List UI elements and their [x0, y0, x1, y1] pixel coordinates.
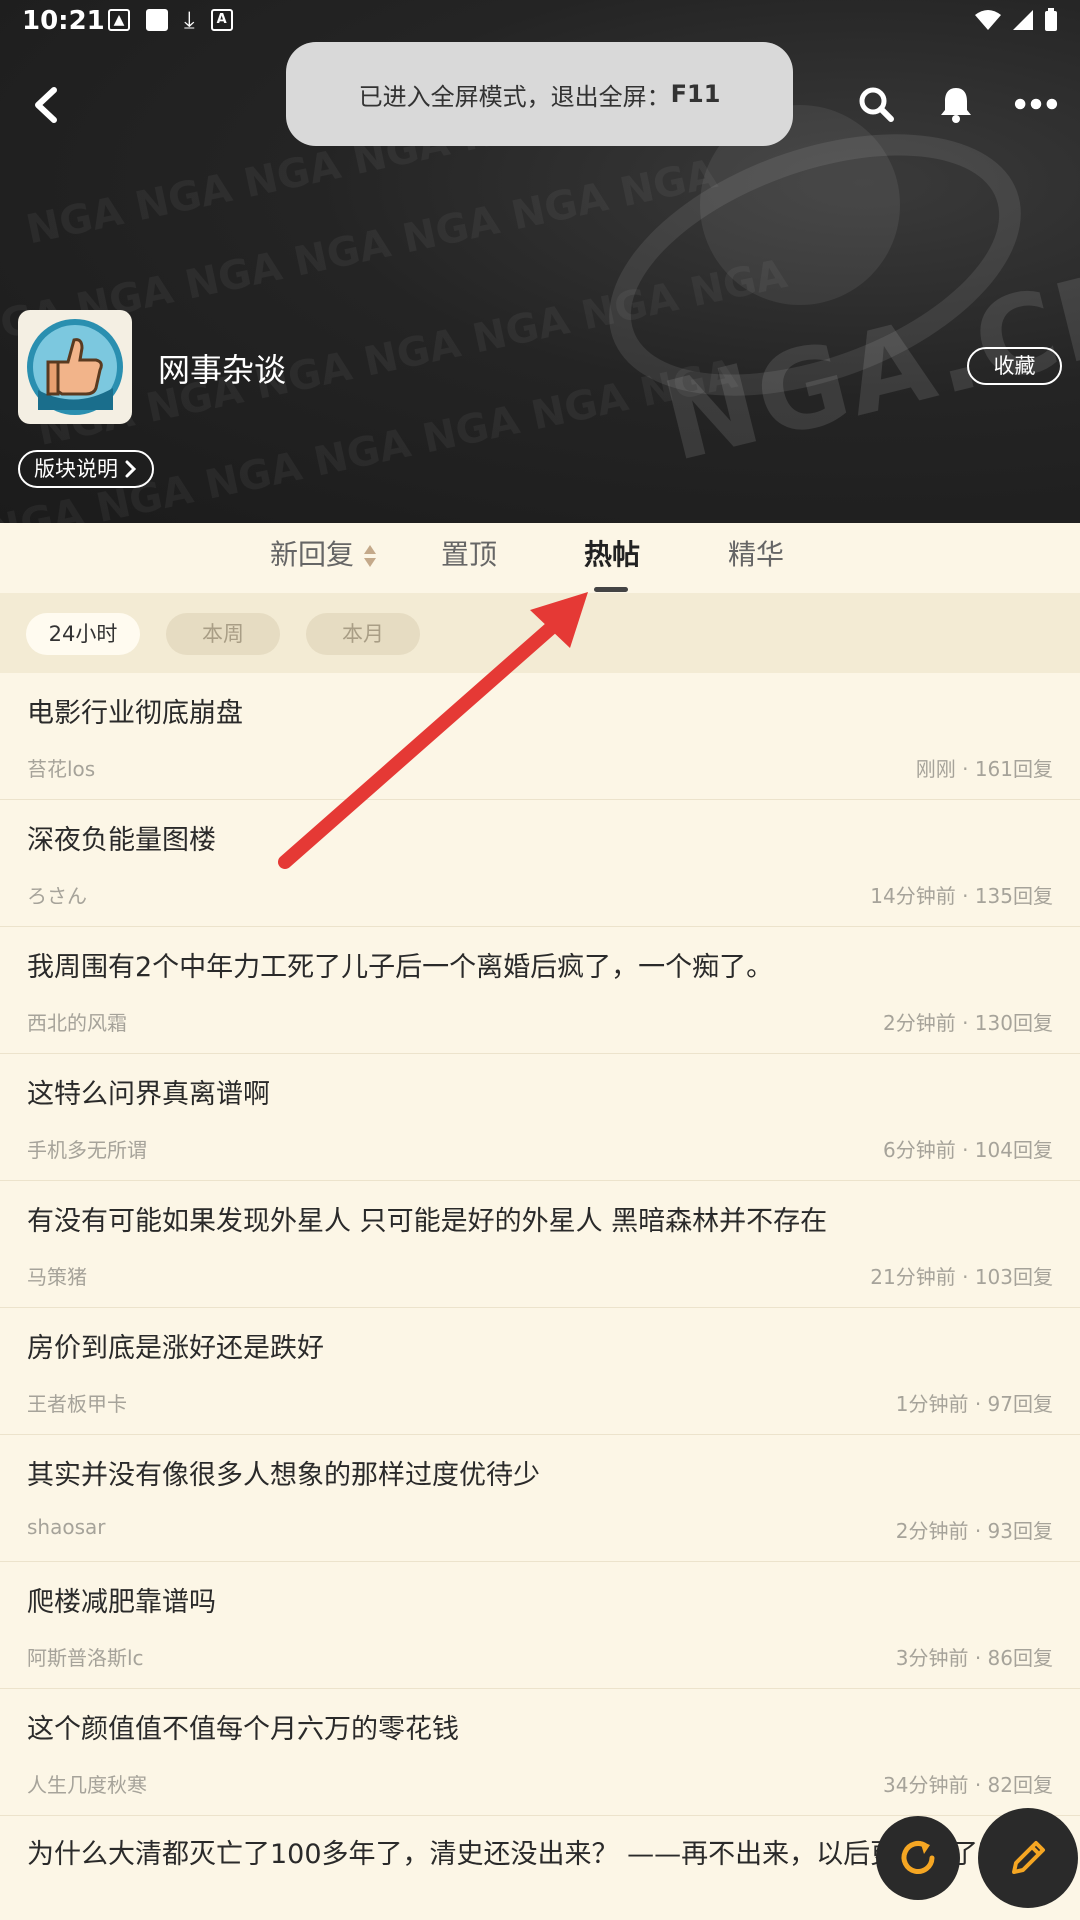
- status-bar: 10:21 ▲ ⤓ A: [0, 0, 1080, 42]
- post-title: 爬楼减肥靠谱吗: [27, 1587, 216, 1618]
- forum-name: 网事杂谈: [158, 351, 287, 389]
- wifi-icon: [975, 10, 1001, 30]
- more-icon: [1014, 98, 1058, 110]
- active-tab-indicator: [594, 587, 628, 592]
- post-meta: 2分钟前 · 93回复: [895, 1519, 1053, 1543]
- post-row[interactable]: 深夜负能量图楼 ろさん 14分钟前 · 135回复: [0, 800, 1080, 927]
- favorite-button[interactable]: 收藏: [967, 347, 1062, 385]
- post-title: 其实并没有像很多人想象的那样过度优待少: [27, 1460, 540, 1491]
- post-row[interactable]: 爬楼减肥靠谱吗 阿斯普洛斯lc 3分钟前 · 86回复: [0, 1562, 1080, 1689]
- status-system-icons: [974, 8, 1058, 32]
- post-meta: 14分钟前 · 135回复: [870, 884, 1053, 908]
- filter-month[interactable]: 本月: [306, 613, 420, 655]
- chevron-left-icon: [35, 87, 57, 123]
- forum-description-button[interactable]: 版块说明: [18, 450, 154, 488]
- more-button[interactable]: [1014, 82, 1058, 126]
- post-author: ろさん: [27, 884, 87, 908]
- fullscreen-toast: 已进入全屏模式，退出全屏： F11: [286, 42, 793, 146]
- image-icon: ▲: [108, 9, 130, 31]
- toast-text: 已进入全屏模式，退出全屏：: [358, 82, 671, 111]
- post-row[interactable]: 这个颜值值不值每个月六万的零花钱 人生几度秋寒 34分钟前 · 82回复: [0, 1689, 1080, 1816]
- post-author: 王者板甲卡: [27, 1392, 127, 1416]
- tab-pinned[interactable]: 置顶: [441, 533, 497, 573]
- post-author: 马策猪: [27, 1265, 87, 1289]
- status-time: 10:21: [22, 6, 105, 36]
- post-meta: 6分钟前 · 104回复: [883, 1138, 1053, 1162]
- post-title: 这个颜值值不值每个月六万的零花钱: [27, 1714, 459, 1745]
- filter-24h[interactable]: 24小时: [26, 613, 140, 655]
- post-title: 我周围有2个中年力工死了儿子后一个离婚后疯了，一个痴了。: [27, 952, 774, 983]
- post-author: 阿斯普洛斯lc: [27, 1646, 144, 1670]
- app-icon: [146, 9, 168, 31]
- post-author: shaosar: [27, 1515, 106, 1539]
- forum-description-label: 版块说明: [34, 457, 118, 481]
- notifications-button[interactable]: [934, 82, 978, 126]
- toast-key: F11: [670, 80, 721, 108]
- sort-icon: [363, 545, 376, 567]
- post-row[interactable]: 有没有可能如果发现外星人 只可能是好的外星人 黑暗森林并不存在 马策猪 21分钟…: [0, 1181, 1080, 1308]
- thumbs-up-icon: [27, 319, 123, 415]
- refresh-button[interactable]: [876, 1816, 960, 1900]
- post-meta: 3分钟前 · 86回复: [895, 1646, 1053, 1670]
- pencil-icon: [1012, 1841, 1045, 1874]
- tab-featured[interactable]: 精华: [728, 533, 784, 573]
- font-icon: A: [210, 9, 233, 31]
- chevron-right-icon: [125, 460, 137, 478]
- post-meta: 2分钟前 · 130回复: [883, 1011, 1053, 1035]
- post-author: 苔花los: [27, 757, 96, 781]
- tab-new-replies[interactable]: 新回复: [270, 533, 377, 573]
- post-title: 深夜负能量图楼: [27, 825, 216, 856]
- post-author: 人生几度秋寒: [27, 1773, 147, 1797]
- bell-icon: [941, 88, 971, 123]
- time-filter-bar: 24小时 本周 本月: [0, 593, 1080, 673]
- compose-button[interactable]: [978, 1808, 1078, 1908]
- search-button[interactable]: [854, 82, 898, 126]
- post-title: 有没有可能如果发现外星人 只可能是好的外星人 黑暗森林并不存在: [27, 1206, 828, 1237]
- search-icon: [859, 87, 894, 122]
- tab-hot-posts[interactable]: 热帖: [584, 533, 640, 573]
- post-meta: 34分钟前 · 82回复: [883, 1773, 1053, 1797]
- post-author: 手机多无所谓: [27, 1138, 147, 1162]
- refresh-icon: [901, 1841, 935, 1874]
- battery-icon: [1045, 8, 1057, 31]
- post-row[interactable]: 这特么问界真离谱啊 手机多无所谓 6分钟前 · 104回复: [0, 1054, 1080, 1181]
- back-button[interactable]: [28, 80, 68, 130]
- post-row[interactable]: 房价到底是涨好还是跌好 王者板甲卡 1分钟前 · 97回复: [0, 1308, 1080, 1435]
- download-icon: ⤓: [184, 6, 195, 34]
- post-meta: 1分钟前 · 97回复: [895, 1392, 1053, 1416]
- tab-label: 新回复: [270, 538, 355, 571]
- post-row[interactable]: 其实并没有像很多人想象的那样过度优待少 shaosar 2分钟前 · 93回复: [0, 1435, 1080, 1562]
- filter-week[interactable]: 本周: [166, 613, 280, 655]
- post-title: 房价到底是涨好还是跌好: [27, 1333, 324, 1364]
- forum-tabs: 新回复 置顶 热帖 精华: [0, 523, 1080, 593]
- signal-icon: [1013, 10, 1033, 30]
- post-meta: 21分钟前 · 103回复: [870, 1265, 1053, 1289]
- header-actions: [854, 82, 1058, 126]
- post-row[interactable]: 我周围有2个中年力工死了儿子后一个离婚后疯了，一个痴了。 西北的风霜 2分钟前 …: [0, 927, 1080, 1054]
- post-title: 电影行业彻底崩盘: [27, 698, 243, 729]
- forum-avatar: [18, 310, 132, 424]
- post-row[interactable]: 电影行业彻底崩盘 苔花los 刚刚 · 161回复: [0, 673, 1080, 800]
- post-title: 这特么问界真离谱啊: [27, 1079, 270, 1110]
- post-list: 电影行业彻底崩盘 苔花los 刚刚 · 161回复 深夜负能量图楼 ろさん 14…: [0, 673, 1080, 1920]
- status-notification-icons: ▲ ⤓ A: [108, 6, 233, 34]
- post-meta: 刚刚 · 161回复: [915, 757, 1053, 781]
- post-author: 西北的风霜: [27, 1011, 127, 1035]
